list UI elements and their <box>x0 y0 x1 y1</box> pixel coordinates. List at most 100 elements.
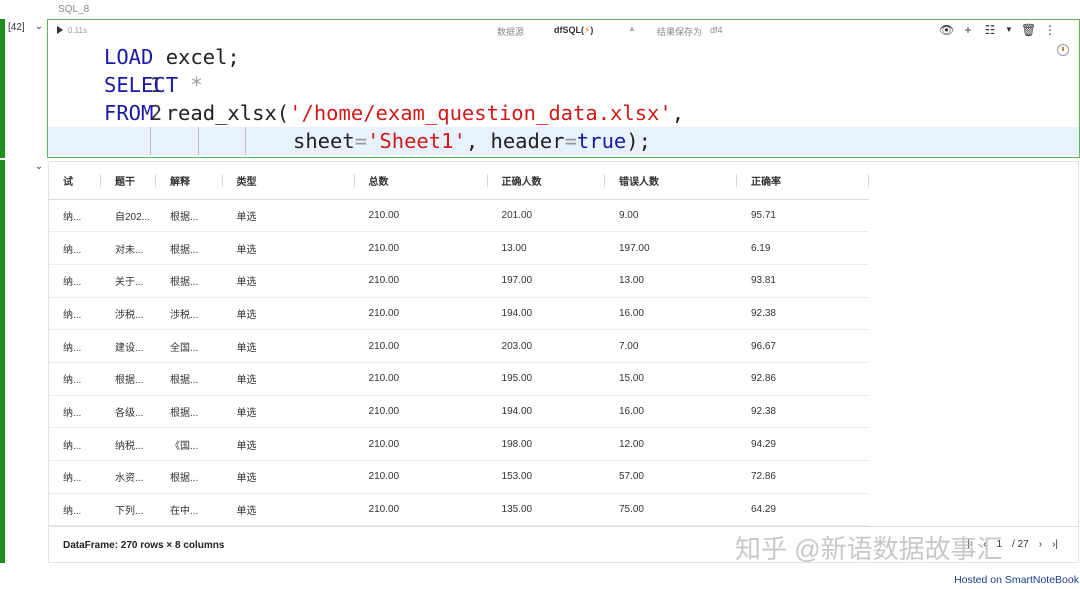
dataframe-shape: DataFrame: 270 rows × 8 columns <box>63 540 225 551</box>
table-cell: 12.00 <box>604 427 737 461</box>
table-cell: 纳... <box>49 460 101 494</box>
table-cell: 194.00 <box>487 395 605 429</box>
code-cell[interactable]: 0.11s 数据源 dfSQL(⚡) ▲ 结果保存为 df4 👁 + ☷ ▼ 🗑… <box>47 19 1080 181</box>
table-cell: 单选 <box>222 493 355 527</box>
save-as-label: 结果保存为 <box>657 27 703 37</box>
table-cell: 单选 <box>222 460 355 494</box>
table-row[interactable]: 纳... 下列... 在中... 单选 210.00 135.00 75.00 64.29 <box>49 493 869 527</box>
run-time: 0.11s <box>68 26 87 35</box>
hosted-link[interactable]: Hosted on SmartNoteBook <box>954 574 1079 586</box>
add-icon[interactable]: + <box>961 23 975 37</box>
column-header[interactable]: 总数 <box>354 162 488 200</box>
table-row[interactable]: 纳... 建设... 全国... 单选 210.00 203.00 7.00 96.67 <box>49 329 869 363</box>
table-cell: 96.67 <box>736 329 869 363</box>
table-cell: 64.29 <box>736 493 869 527</box>
table-cell: 197.00 <box>487 264 605 298</box>
table-row[interactable]: 纳... 涉税... 涉税... 单选 210.00 194.00 16.00 92.38 <box>49 297 869 331</box>
code-token: ); <box>626 129 651 153</box>
table-cell: 根据... <box>156 362 223 396</box>
table-row[interactable]: 纳... 水资... 根据... 单选 210.00 153.00 57.00 72.86 <box>49 460 869 494</box>
table-cell: 75.00 <box>604 493 737 527</box>
code-token: SELECT <box>104 73 179 97</box>
table-cell: 210.00 <box>354 493 488 527</box>
code-token: LOAD <box>104 45 154 69</box>
collapse-output-chevron-icon[interactable]: ⌄ <box>33 161 45 173</box>
watermark: 知乎 @新语数据故事汇 <box>735 534 1003 564</box>
table-cell: 在中... <box>156 493 223 527</box>
table-cell: 7.00 <box>604 329 737 363</box>
table-cell: 纳... <box>49 264 101 298</box>
table-cell: 根据... <box>156 460 223 494</box>
code-token: 'Sheet1' <box>367 129 466 153</box>
code-line: 2 SELECT * <box>48 71 1079 125</box>
column-header[interactable]: 题干 <box>100 162 157 200</box>
code-line: 3 FROM read_xlsx('/home/exam_question_da… <box>48 99 1079 153</box>
table-cell: 纳... <box>49 362 101 396</box>
table-row[interactable]: 纳... 关于... 根据... 单选 210.00 197.00 13.00 93.81 <box>49 264 869 298</box>
delete-icon[interactable]: 🗑 <box>1021 23 1036 37</box>
table-cell: 根据... <box>156 264 223 298</box>
table-row[interactable]: 纳... 纳税... 《国... 单选 210.00 198.00 12.00 94.29 <box>49 427 869 461</box>
table-cell: 各级... <box>100 395 157 429</box>
code-editor[interactable]: 1 LOAD excel; 2 SELECT * 3 FROM read_xls… <box>48 43 1079 181</box>
code-token: '/home/exam_question_data.xlsx' <box>289 101 672 125</box>
table-cell: 自202... <box>100 199 157 233</box>
table-cell: 纳... <box>49 199 101 233</box>
table-cell: 210.00 <box>354 427 488 461</box>
table-cell: 210.00 <box>354 199 488 233</box>
eye-icon[interactable]: 👁 <box>939 23 954 37</box>
more-icon[interactable]: ⋮ <box>1043 23 1057 37</box>
table-cell: 72.86 <box>736 460 869 494</box>
table-cell: 《国... <box>156 427 223 461</box>
table-cell: 210.00 <box>354 395 488 429</box>
table-cell: 210.00 <box>354 297 488 331</box>
table-cell: 201.00 <box>487 199 605 233</box>
code-token: true <box>576 129 627 153</box>
code-line-active: 4 sheet='Sheet1', header=true); <box>48 127 1079 181</box>
table-cell: 210.00 <box>354 264 488 298</box>
cell-toolbar: 0.11s 数据源 dfSQL(⚡) ▲ 结果保存为 df4 👁 + ☷ ▼ 🗑… <box>48 20 1079 42</box>
table-cell: 纳... <box>49 329 101 363</box>
column-header[interactable]: 解释 <box>156 162 223 200</box>
next-page-button[interactable]: › <box>1039 539 1042 550</box>
table-cell: 纳... <box>49 231 101 265</box>
datasource-select[interactable]: dfSQL(⚡) <box>554 25 593 36</box>
table-cell: 153.00 <box>487 460 605 494</box>
table-cell: 单选 <box>222 264 355 298</box>
table-cell: 全国... <box>156 329 223 363</box>
table-row[interactable]: 纳... 对未... 根据... 单选 210.00 13.00 197.00 6.19 <box>49 231 869 265</box>
column-header[interactable]: 类型 <box>222 162 355 200</box>
database-icon[interactable]: ☷ <box>983 23 997 37</box>
datasource-close-paren: ) <box>590 25 594 35</box>
table-cell: 210.00 <box>354 362 488 396</box>
run-icon[interactable] <box>57 26 63 34</box>
code-token: read_xlsx( <box>153 101 290 125</box>
table-cell: 单选 <box>222 362 355 396</box>
table-row[interactable]: 纳... 各级... 根据... 单选 210.00 194.00 16.00 92.38 <box>49 395 869 429</box>
column-header[interactable]: 正确人数 <box>487 162 606 200</box>
table-cell: 210.00 <box>354 460 488 494</box>
table-cell: 210.00 <box>354 231 488 265</box>
table-cell: 135.00 <box>487 493 605 527</box>
table-row[interactable]: 纳... 自202... 根据... 单选 210.00 201.00 9.00 95.71 <box>49 199 869 233</box>
collapse-code-chevron-icon[interactable]: ⌄ <box>33 21 45 33</box>
save-as-value[interactable]: df4 <box>710 25 723 35</box>
table-cell: 13.00 <box>604 264 737 298</box>
code-cell-indicator <box>0 19 5 158</box>
table-cell: 单选 <box>222 329 355 363</box>
column-header[interactable]: 正确率 <box>736 162 870 200</box>
table-cell: 根据... <box>156 395 223 429</box>
chevron-down-icon[interactable]: ▼ <box>1005 23 1013 37</box>
column-header[interactable]: 试 <box>49 162 101 200</box>
table-cell: 单选 <box>222 297 355 331</box>
table-row[interactable]: 纳... 根据... 根据... 单选 210.00 195.00 15.00 92.86 <box>49 362 869 396</box>
last-page-button[interactable]: ›| <box>1052 539 1058 550</box>
code-token: = <box>354 129 368 153</box>
table-cell: 94.29 <box>736 427 869 461</box>
code-token: , <box>671 101 685 125</box>
column-header[interactable]: 错误人数 <box>604 162 737 200</box>
datasource-label: 数据源 <box>497 27 525 37</box>
caret-up-icon[interactable]: ▲ <box>628 24 636 33</box>
code-token: , header <box>465 129 565 153</box>
code-token: = <box>564 129 577 153</box>
